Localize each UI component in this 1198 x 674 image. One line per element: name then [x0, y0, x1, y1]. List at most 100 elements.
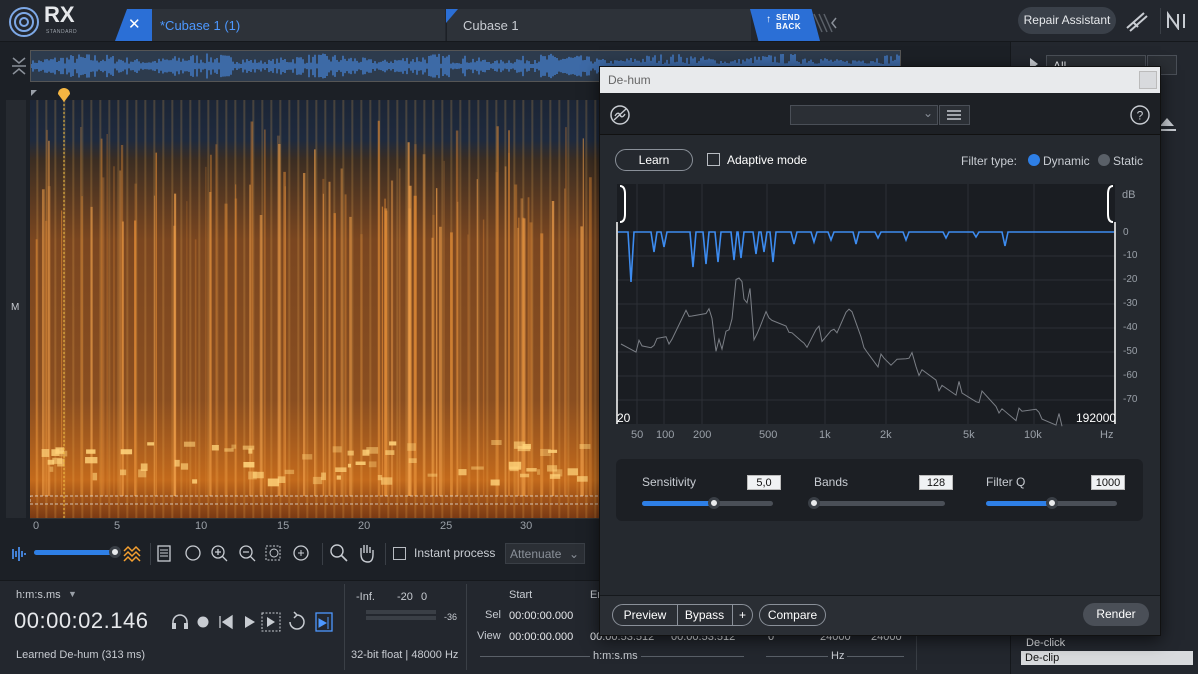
view-blend-fill [34, 550, 114, 555]
freq-tick: 1k [819, 429, 831, 441]
filter-type-label: Filter type: [961, 154, 1018, 168]
db-tick: -20 [1123, 274, 1138, 285]
divider [344, 584, 345, 670]
controls-panel [616, 459, 1143, 521]
db-tick: -40 [1123, 322, 1138, 333]
instant-process-checkbox[interactable] [393, 547, 406, 560]
bypass-module-icon[interactable] [609, 104, 631, 126]
dialog-close-button[interactable] [1139, 71, 1157, 89]
filter-static-radio[interactable] [1098, 154, 1110, 166]
freq-tick: 500 [759, 429, 778, 441]
bands-knob[interactable] [808, 497, 820, 509]
filter-q-knob[interactable] [1046, 497, 1058, 509]
view-blend-knob[interactable] [109, 546, 121, 558]
divider [466, 584, 467, 670]
bands-value[interactable]: 128 [919, 475, 953, 490]
db-tick: -60 [1123, 370, 1138, 381]
rx-logo-icon [9, 7, 39, 37]
time-unit-label: h:m:s.ms [590, 650, 641, 662]
filter-q-fill [986, 501, 1052, 506]
range-high-value[interactable]: 192000 [1076, 411, 1116, 425]
hum-spectrum-graph[interactable] [616, 184, 1146, 442]
adaptive-mode-checkbox[interactable] [707, 153, 720, 166]
module-item-de-clip[interactable]: De-clip [1021, 651, 1193, 665]
app-logo: RX [44, 2, 75, 27]
spectrogram-view-icon[interactable] [122, 544, 144, 562]
bypass-button[interactable]: Bypass [677, 604, 733, 626]
filter-dynamic-radio[interactable] [1028, 154, 1040, 166]
hand-tool-icon[interactable] [356, 542, 378, 564]
db-unit-label: dB [1122, 189, 1136, 201]
caret-down-icon[interactable]: ▼ [68, 589, 77, 599]
sel-label: Sel [485, 609, 501, 621]
ni-logo-icon [1167, 10, 1185, 30]
preset-select[interactable] [790, 105, 938, 125]
time-format-label[interactable]: h:m:s.ms [16, 589, 61, 601]
freq-tick: 5k [963, 429, 975, 441]
ruler-tick: 25 [440, 520, 453, 532]
sensitivity-fill [642, 501, 714, 506]
meter-label-0: 0 [421, 591, 428, 603]
close-tab-icon[interactable]: ✕ [128, 15, 141, 33]
ruler-tick: 20 [358, 520, 371, 532]
svg-text:?: ? [1137, 109, 1144, 123]
learn-button[interactable]: Learn [615, 149, 693, 171]
hamburger-menu-icon [947, 110, 961, 120]
ruler-tick: 30 [520, 520, 533, 532]
filter-q-label: Filter Q [986, 475, 1026, 489]
help-icon[interactable]: ? [1129, 104, 1151, 126]
mode-value: Attenuate [510, 547, 562, 561]
zoom-search-icon[interactable] [328, 543, 350, 563]
freq-tick: 200 [693, 429, 712, 441]
ruler-tick: 0 [33, 520, 40, 532]
divider [322, 543, 323, 565]
collapse-chevron-icon[interactable] [812, 12, 838, 34]
ruler-tick: 5 [114, 520, 121, 532]
corner-marker [31, 90, 37, 96]
add-button[interactable]: + [732, 604, 753, 626]
send-back-label: ↑ SEND BACK [766, 13, 801, 31]
timecode-display: 00:00:02.146 [14, 608, 149, 633]
compare-button[interactable]: Compare [759, 604, 826, 626]
dialog-titlebar[interactable] [600, 67, 1160, 93]
db-tick: -10 [1123, 250, 1138, 261]
scroll-up-icon[interactable] [1160, 118, 1174, 126]
audio-format-label: 32-bit float | 48000 Hz [351, 649, 459, 661]
chevron-down-icon: ⌄ [568, 547, 579, 561]
playhead-marker-icon[interactable] [57, 87, 71, 103]
freq-tick: 2k [880, 429, 892, 441]
zoom-fit-icon[interactable] [10, 55, 28, 77]
sensitivity-label: Sensitivity [642, 475, 697, 489]
zoom-tools [157, 545, 309, 562]
render-button[interactable]: Render [1083, 603, 1149, 626]
arrow-up-icon: ↑ [766, 14, 772, 25]
sel-start-value[interactable]: 00:00:00.000 [509, 610, 573, 622]
spectrogram-overlay [30, 100, 600, 518]
waveform-view-icon[interactable] [8, 545, 28, 563]
instant-process-label: Instant process [414, 546, 496, 560]
preview-button[interactable]: Preview [612, 604, 678, 626]
bands-slider[interactable] [814, 501, 945, 506]
tuning-fork-icon[interactable] [1124, 8, 1150, 34]
db-tick: -70 [1123, 394, 1138, 405]
instant-process-mode-select[interactable]: Attenuate ⌄ [505, 543, 585, 564]
scroll-line [1160, 129, 1176, 131]
freq-tick: 50 [631, 429, 644, 441]
freq-unit: Hz [1100, 429, 1114, 441]
level-meter [366, 610, 436, 614]
start-header: Start [509, 589, 533, 601]
db-tick: -50 [1123, 346, 1138, 357]
bands-label: Bands [814, 475, 849, 489]
module-item-de-click[interactable]: De-click [1026, 637, 1065, 649]
adaptive-mode-label: Adaptive mode [727, 153, 808, 167]
db-tick: -30 [1123, 298, 1138, 309]
meter-label-20: -20 [397, 591, 413, 603]
filter-q-value[interactable]: 1000 [1091, 475, 1125, 490]
divider [1160, 8, 1161, 34]
sensitivity-value[interactable]: 5,0 [747, 475, 781, 490]
meter-label-inf: -Inf. [356, 591, 375, 603]
sensitivity-knob[interactable] [708, 497, 720, 509]
view-start-value[interactable]: 00:00:00.000 [509, 631, 573, 643]
range-low-value[interactable]: 20 [617, 411, 630, 425]
repair-assistant-button[interactable]: Repair Assistant [1018, 7, 1116, 34]
